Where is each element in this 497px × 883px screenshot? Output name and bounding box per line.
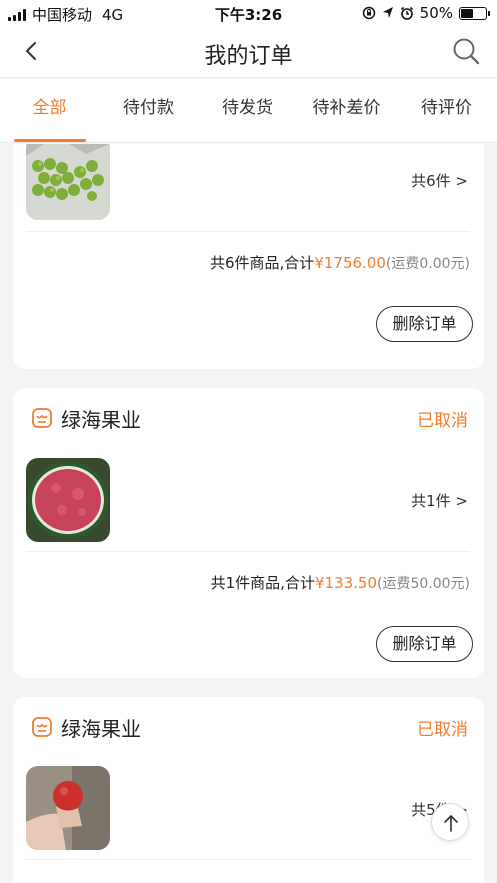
shop-row[interactable]: 绿海果业 <box>31 406 141 432</box>
summary-prefix: 共1件商品,合计 <box>210 574 315 592</box>
delete-order-button[interactable]: 删除订单 <box>376 306 473 342</box>
tab-pending-shipment[interactable]: 待发货 <box>198 79 297 143</box>
scroll-to-top-button[interactable] <box>431 803 469 841</box>
product-image <box>26 766 110 850</box>
product-image <box>26 458 110 542</box>
item-count-link[interactable]: 共1件 > <box>411 490 468 511</box>
order-total: ¥1756.00 <box>314 254 386 272</box>
order-list[interactable]: 共6件 > 共6件商品,合计¥1756.00(运费0.00元) 删除订单 绿海果… <box>0 144 497 883</box>
divider <box>26 859 470 860</box>
product-image <box>26 144 110 220</box>
battery-icon <box>459 6 490 20</box>
freight-fee: (运费0.00元) <box>385 256 470 272</box>
battery-fill <box>461 8 473 18</box>
order-card[interactable]: 绿海果业 已取消 共5件 > <box>13 697 484 883</box>
order-total: ¥133.50 <box>314 574 377 592</box>
arrow-up-icon <box>444 815 458 832</box>
order-summary: 共6件商品,合计¥1756.00(运费0.00元) <box>210 252 470 273</box>
shop-icon <box>32 717 52 737</box>
delete-order-button[interactable]: 删除订单 <box>376 626 473 662</box>
product-thumbnail-grapes[interactable] <box>26 144 110 220</box>
battery-percent: 50% <box>419 4 453 22</box>
order-status: 已取消 <box>417 411 468 431</box>
freight-fee: (运费50.00元) <box>376 576 470 592</box>
tab-all[interactable]: 全部 <box>0 79 99 143</box>
search-icon <box>453 38 480 65</box>
shop-row[interactable]: 绿海果业 <box>31 715 141 741</box>
lock-rotation-icon <box>362 6 375 20</box>
product-thumbnail-apple[interactable] <box>26 766 110 850</box>
nav-bar: 我的订单 <box>0 26 497 78</box>
order-status: 已取消 <box>417 720 468 740</box>
tab-pending-review[interactable]: 待评价 <box>396 79 497 143</box>
status-right: 50% <box>362 4 490 22</box>
location-icon <box>382 7 393 18</box>
tab-pending-price-difference[interactable]: 待补差价 <box>297 79 396 143</box>
alarm-icon <box>400 6 413 20</box>
search-button[interactable] <box>451 36 481 66</box>
tab-pending-payment[interactable]: 待付款 <box>99 79 198 143</box>
active-tab-indicator <box>14 139 86 142</box>
order-card[interactable]: 绿海果业 已取消 共1件 > 共1件商品,合计¥133.50(运费50.00元)… <box>13 388 484 678</box>
order-card[interactable]: 共6件 > 共6件商品,合计¥1756.00(运费0.00元) 删除订单 <box>13 144 484 369</box>
status-bar: 中国移动 4G 下午3:26 50% <box>0 0 497 26</box>
order-tabs: 全部 待付款 待发货 待补差价 待评价 <box>0 79 497 143</box>
divider <box>26 231 470 232</box>
shop-icon <box>32 408 52 428</box>
item-count-link[interactable]: 共6件 > <box>411 170 468 191</box>
order-summary: 共1件商品,合计¥133.50(运费50.00元) <box>211 572 470 593</box>
shop-name: 绿海果业 <box>61 407 141 432</box>
product-thumbnail-watermelon[interactable] <box>26 458 110 542</box>
page-title: 我的订单 <box>204 44 293 69</box>
shop-name: 绿海果业 <box>61 716 141 741</box>
summary-prefix: 共6件商品,合计 <box>210 254 315 272</box>
divider <box>26 551 470 552</box>
